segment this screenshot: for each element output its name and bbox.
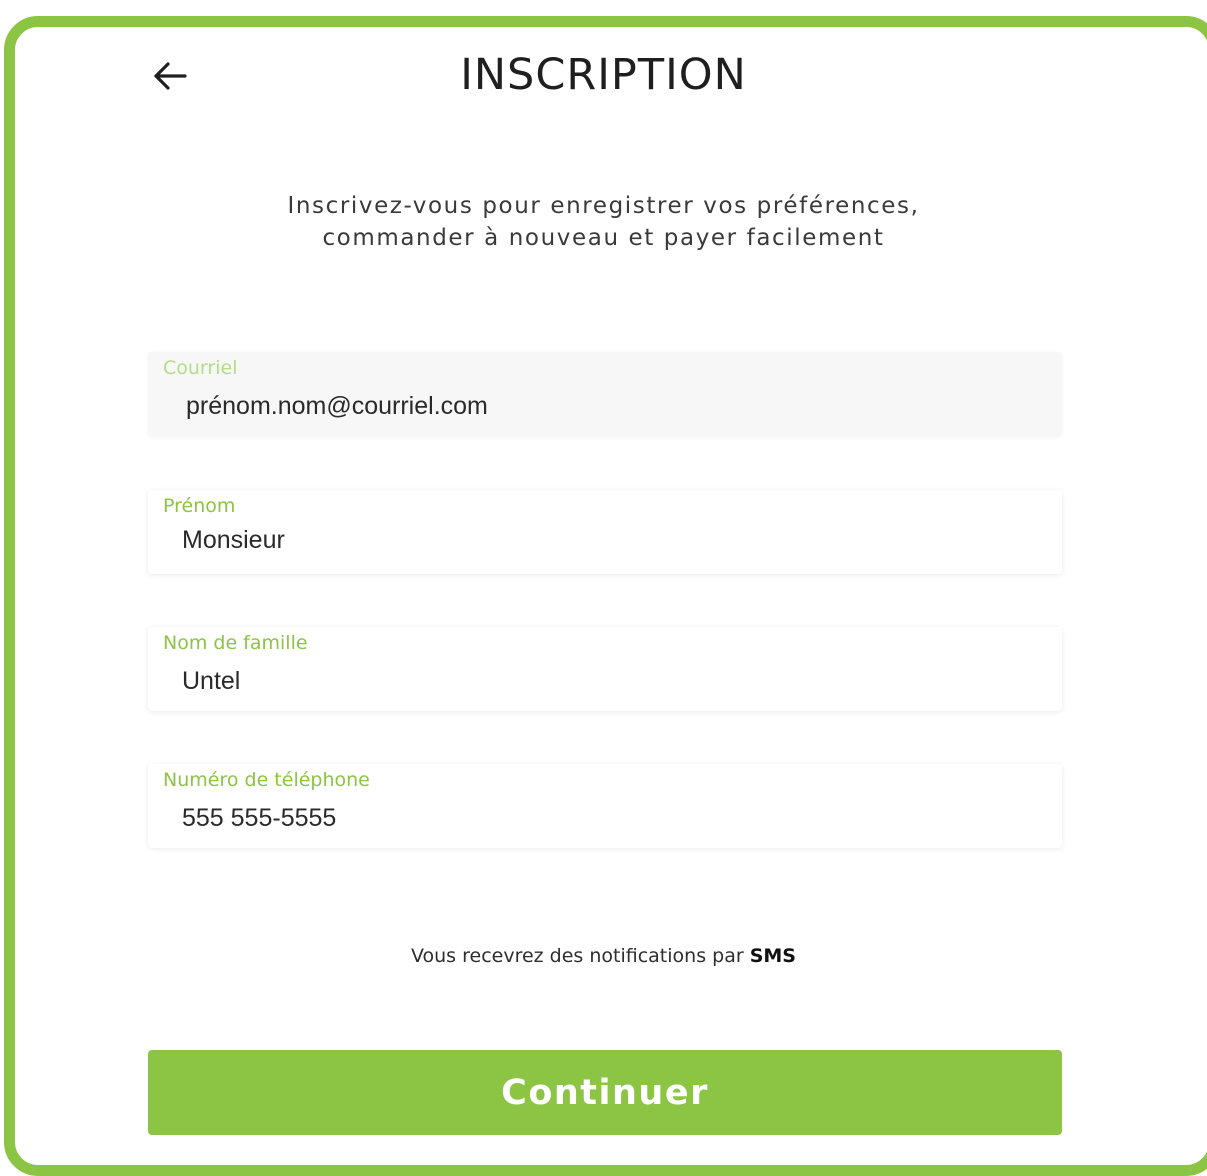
phone-field[interactable]: Numéro de téléphone: [148, 764, 1062, 848]
first-name-field-label: Prénom: [163, 495, 236, 517]
phone-field-label: Numéro de téléphone: [163, 769, 370, 791]
phone-input[interactable]: [182, 804, 1042, 833]
email-input[interactable]: [186, 392, 1046, 421]
email-field-label: Courriel: [163, 357, 238, 379]
continue-button[interactable]: Continuer: [148, 1050, 1062, 1135]
page-title: INSCRIPTION: [460, 50, 747, 100]
last-name-field[interactable]: Nom de famille: [148, 627, 1062, 711]
first-name-input[interactable]: [182, 526, 1042, 555]
first-name-field[interactable]: Prénom: [148, 490, 1062, 574]
sms-notice: Vous recevrez des notifications par SMS: [0, 945, 1207, 967]
sms-notice-text: Vous recevrez des notifications par: [410, 945, 744, 967]
sms-notice-channel: SMS: [749, 945, 796, 967]
email-field[interactable]: Courriel: [148, 352, 1062, 436]
subtitle-line-1: Inscrivez-vous pour enregistrer vos préf…: [287, 193, 920, 219]
subtitle-line-2: commander à nouveau et payer facilement: [322, 225, 885, 251]
page-subtitle: Inscrivez-vous pour enregistrer vos préf…: [0, 190, 1207, 254]
last-name-input[interactable]: [182, 667, 1042, 696]
last-name-field-label: Nom de famille: [163, 632, 308, 654]
